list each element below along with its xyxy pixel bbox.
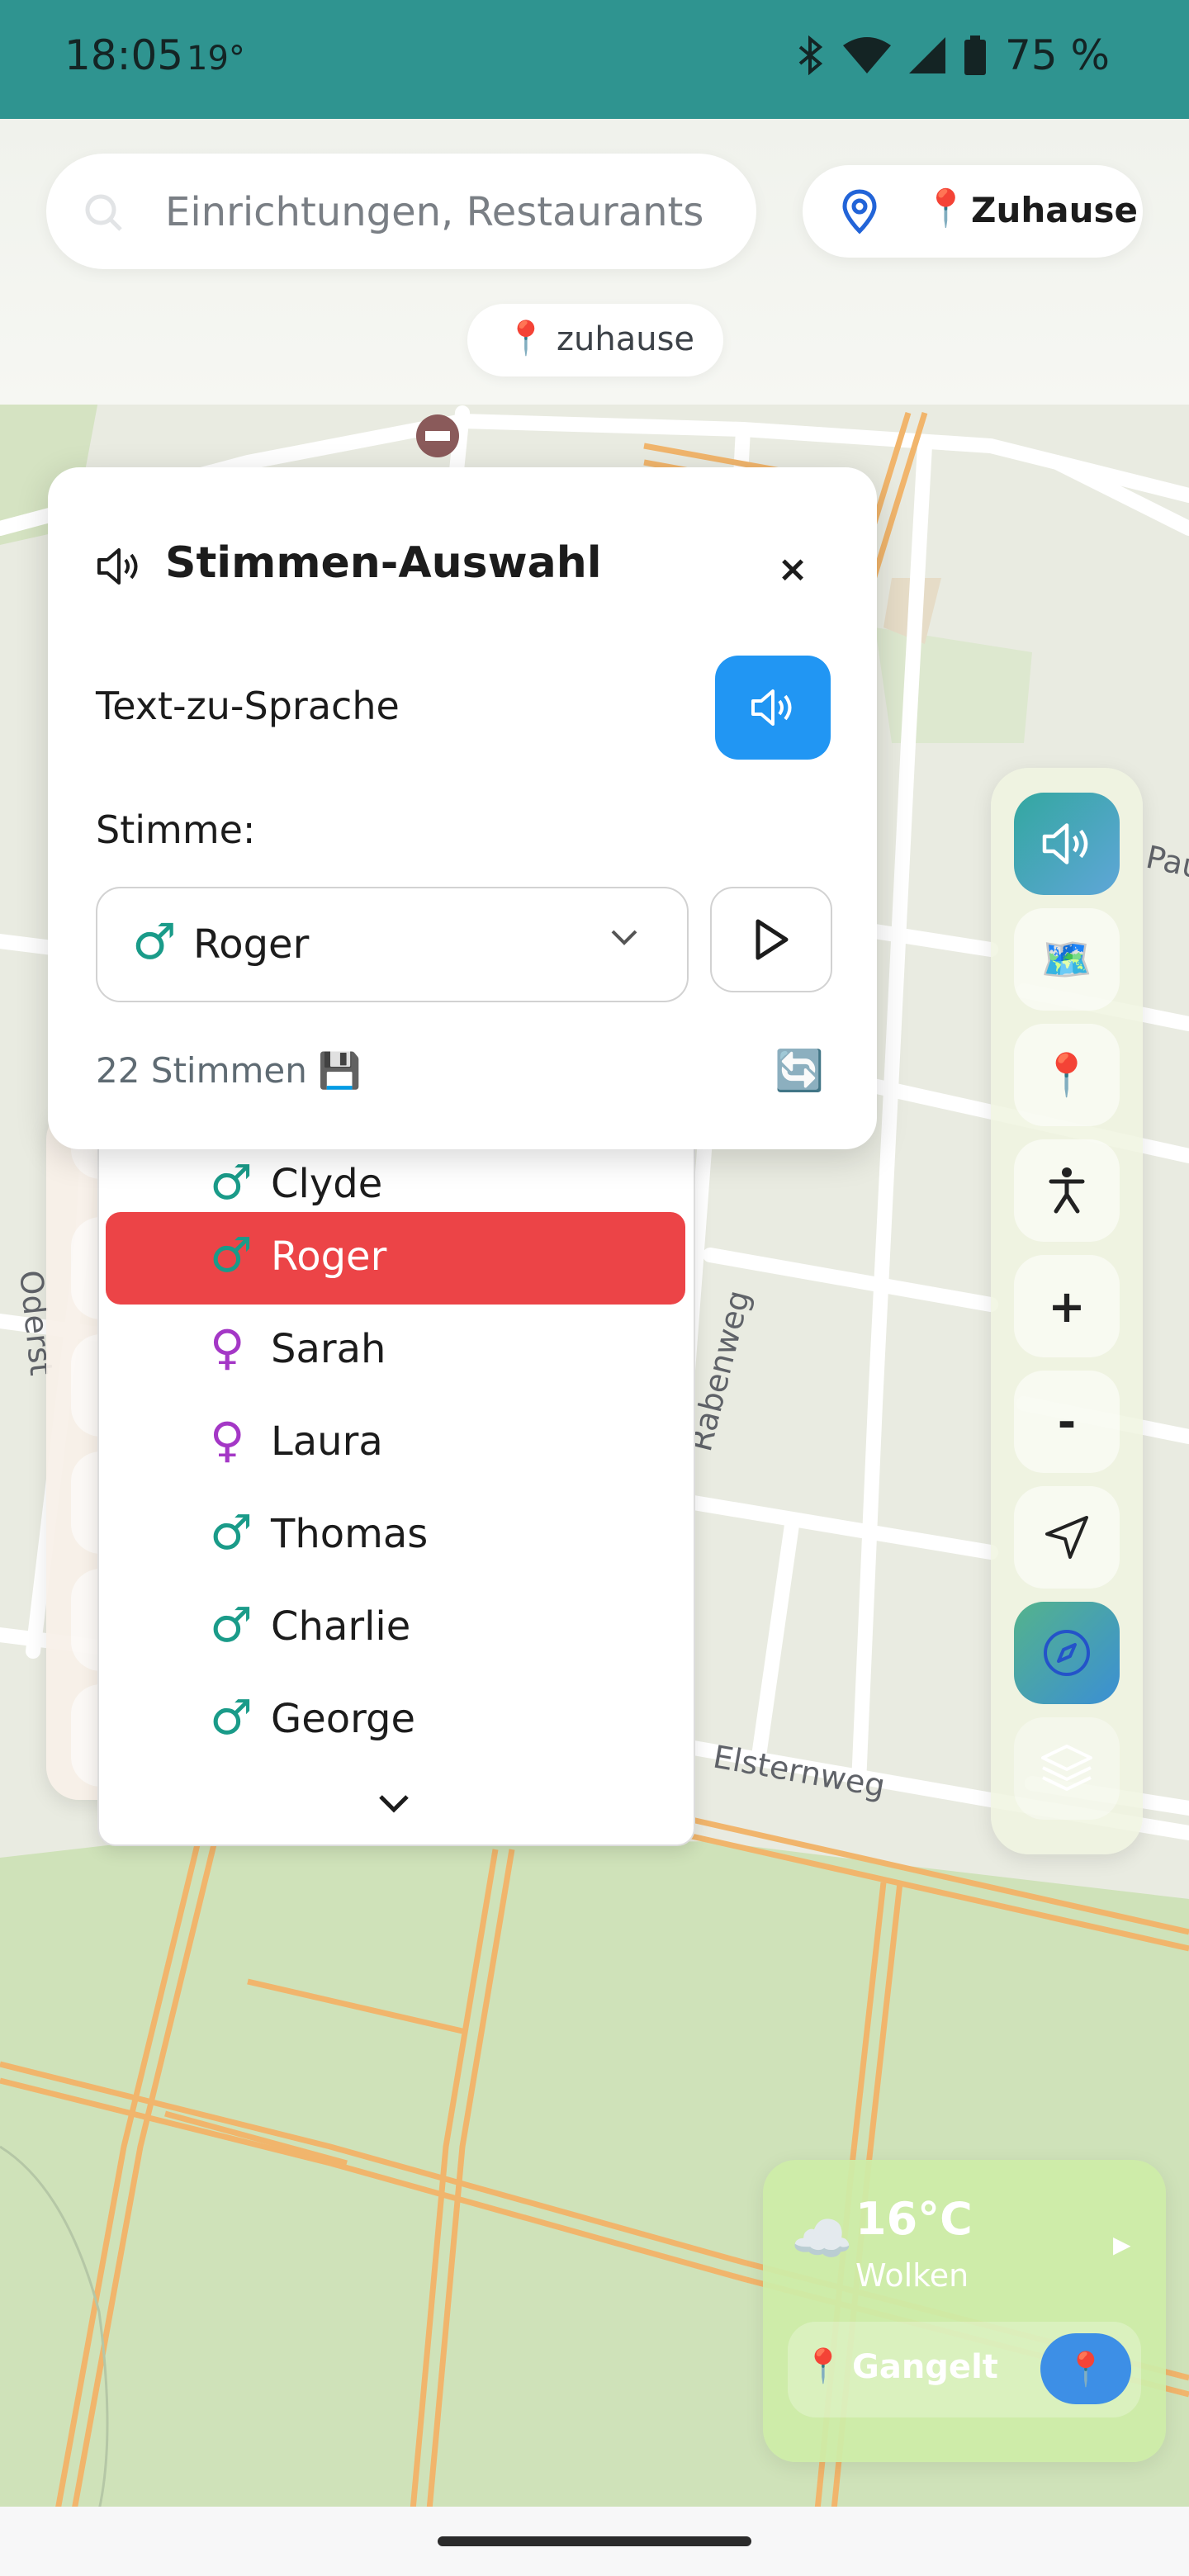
speaker-icon bbox=[751, 689, 792, 726]
zoom-in-button[interactable]: + bbox=[1014, 1255, 1120, 1357]
voice-option-label: Clyde bbox=[271, 1161, 383, 1207]
map-icon: 🗺️ bbox=[1040, 935, 1093, 983]
compass-button[interactable] bbox=[1014, 1602, 1120, 1704]
pin-icon: 📍 bbox=[1065, 2350, 1106, 2389]
red-pin-icon: 📍 bbox=[923, 187, 969, 230]
pin-button[interactable]: 📍 bbox=[1014, 1024, 1120, 1126]
compass-icon bbox=[1044, 1630, 1090, 1676]
speaker-icon bbox=[1042, 823, 1088, 864]
home-location-button[interactable]: 📍 Zuhause bbox=[803, 165, 1143, 258]
chevron-down-icon bbox=[611, 930, 637, 945]
location-pin-outline-icon bbox=[842, 189, 877, 234]
navigate-button[interactable] bbox=[1014, 1486, 1120, 1589]
refresh-icon[interactable]: 🔄 bbox=[775, 1047, 824, 1094]
status-icons: 75 % bbox=[797, 31, 1110, 79]
voice-option-label: Laura bbox=[271, 1418, 383, 1465]
weather-location: 📍 Gangelt 📍 bbox=[788, 2322, 1141, 2417]
signal-icon bbox=[908, 37, 945, 73]
audio-button[interactable] bbox=[1014, 793, 1120, 895]
male-icon: ♂ bbox=[210, 1689, 253, 1745]
voice-label: Stimme: bbox=[96, 807, 256, 852]
voice-option-label: Sarah bbox=[271, 1326, 386, 1372]
male-icon: ♂ bbox=[210, 1227, 253, 1283]
voice-option-charlie[interactable]: ♂ Charlie bbox=[106, 1582, 685, 1674]
zoom-in-label: + bbox=[1048, 1280, 1086, 1333]
female-icon: ♀ bbox=[210, 1412, 245, 1468]
voice-option-label: Thomas bbox=[271, 1511, 429, 1557]
search-input[interactable] bbox=[163, 178, 745, 246]
battery-percent: 75 % bbox=[1004, 31, 1110, 79]
weather-card[interactable]: ☁️ 16°C Wolken ▶ 📍 Gangelt 📍 bbox=[763, 2160, 1166, 2462]
pin-icon: 📍 bbox=[1040, 1050, 1093, 1099]
search-icon bbox=[85, 194, 122, 231]
zoom-out-label: - bbox=[1057, 1395, 1077, 1448]
close-button[interactable]: × bbox=[760, 537, 826, 603]
map-toolbar: 🗺️ 📍 + - bbox=[991, 768, 1143, 1854]
location-chip-label: zuhause bbox=[557, 320, 695, 358]
status-bar: 18:05 19° 75 % bbox=[0, 0, 1189, 119]
voice-option-sarah[interactable]: ♀ Sarah bbox=[106, 1305, 685, 1397]
voice-option-label: Charlie bbox=[271, 1603, 411, 1650]
bluetooth-icon bbox=[798, 36, 823, 75]
male-icon: ♂ bbox=[210, 1597, 253, 1653]
voice-option-laura[interactable]: ♀ Laura bbox=[106, 1397, 685, 1489]
selected-voice-value: Roger bbox=[193, 921, 310, 968]
status-time: 18:05 bbox=[64, 31, 184, 79]
home-gesture-handle[interactable] bbox=[438, 2536, 751, 2546]
accessibility-button[interactable] bbox=[1014, 1139, 1120, 1242]
chevron-down-icon[interactable] bbox=[376, 1792, 412, 1816]
status-temperature: 19° bbox=[187, 40, 245, 78]
dialog-title: Stimmen-Auswahl bbox=[165, 538, 602, 588]
tts-label: Text-zu-Sprache bbox=[96, 684, 400, 728]
play-sample-button[interactable] bbox=[710, 887, 832, 992]
home-button-label: Zuhause bbox=[971, 190, 1138, 230]
search-bar[interactable] bbox=[46, 154, 756, 269]
wifi-icon bbox=[842, 37, 891, 73]
red-pin-icon: 📍 bbox=[803, 2347, 844, 2385]
map-style-button[interactable]: 🗺️ bbox=[1014, 908, 1120, 1011]
search-header: 📍 Zuhause 📍 zuhause bbox=[0, 119, 1189, 405]
layers-icon bbox=[1041, 1745, 1092, 1791]
voice-count: 22 Stimmen 💾 bbox=[96, 1050, 362, 1091]
voice-selection-dialog: Stimmen-Auswahl × Text-zu-Sprache Stimme… bbox=[48, 467, 877, 1149]
speaker-icon bbox=[97, 548, 138, 585]
voice-option-label: George bbox=[271, 1696, 415, 1742]
male-icon: ♂ bbox=[132, 913, 177, 971]
female-icon: ♀ bbox=[210, 1319, 245, 1376]
cloud-icon: ☁️ bbox=[791, 2210, 853, 2268]
battery-icon bbox=[964, 36, 986, 75]
red-pin-icon: 📍 bbox=[505, 320, 547, 358]
voice-option-george[interactable]: ♂ George bbox=[106, 1674, 685, 1767]
voice-dropdown-list[interactable]: ♂ Clyde ♂ Roger ♀ Sarah ♀ Laura ♂ Thomas… bbox=[97, 1144, 695, 1846]
play-icon bbox=[756, 919, 789, 960]
male-icon: ♂ bbox=[210, 1154, 253, 1210]
voice-select[interactable]: ♂ Roger bbox=[96, 887, 689, 1002]
expand-arrow-icon[interactable]: ▶ bbox=[1113, 2231, 1131, 2258]
location-chip[interactable]: 📍 zuhause bbox=[467, 304, 723, 376]
navigation-arrow-icon bbox=[1045, 1516, 1088, 1559]
layers-button[interactable] bbox=[1014, 1717, 1120, 1820]
system-nav-bar bbox=[0, 2507, 1189, 2576]
voice-option-label: Roger bbox=[271, 1234, 387, 1280]
weather-temperature: 16°C bbox=[855, 2193, 973, 2245]
voice-option-roger[interactable]: ♂ Roger bbox=[106, 1212, 685, 1305]
weather-location-name: Gangelt bbox=[852, 2348, 998, 2386]
male-icon: ♂ bbox=[210, 1504, 253, 1560]
zoom-out-button[interactable]: - bbox=[1014, 1371, 1120, 1473]
tts-toggle-button[interactable] bbox=[715, 656, 831, 760]
voice-option-thomas[interactable]: ♂ Thomas bbox=[106, 1489, 685, 1582]
weather-description: Wolken bbox=[855, 2257, 969, 2294]
locate-button[interactable]: 📍 bbox=[1040, 2333, 1131, 2404]
accessibility-person-icon bbox=[1049, 1167, 1085, 1214]
